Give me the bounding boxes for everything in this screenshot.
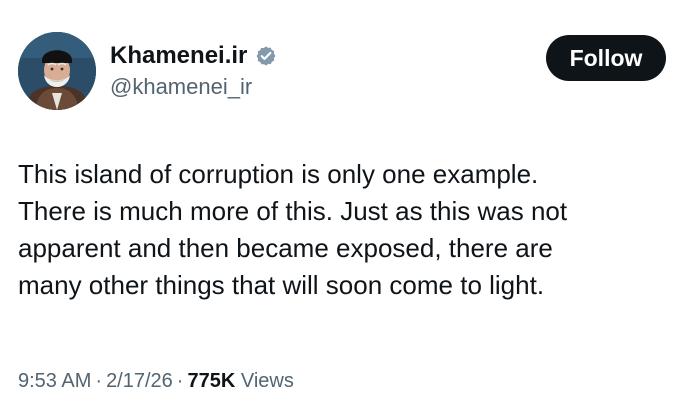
tweet-meta: 9:53 AM · 2/17/26 · 775K Views <box>18 369 294 393</box>
author-name-row: Khamenei.ir <box>110 40 277 72</box>
tweet-text-line: apparent and then became exposed, there … <box>18 233 553 263</box>
tweet-card: Khamenei.ir @khamenei_ir Follow This isl… <box>0 0 680 413</box>
author-handle[interactable]: @khamenei_ir <box>110 76 277 98</box>
tweet-text-line: There is much more of this. Just as this… <box>18 196 568 226</box>
portrait-avatar <box>18 32 96 110</box>
post-date[interactable]: 2/17/26 <box>106 370 173 392</box>
tweet-text-line: many other things that will soon come to… <box>18 270 545 300</box>
author-display-name[interactable]: Khamenei.ir <box>110 44 247 68</box>
tweet-text-line: This island of corruption is only one ex… <box>18 159 539 189</box>
tweet-text: This island of corruption is only one ex… <box>18 156 668 304</box>
views-count[interactable]: 775K <box>187 370 235 392</box>
follow-button[interactable]: Follow <box>546 35 666 81</box>
meta-separator: · <box>95 370 103 392</box>
views-label: Views <box>240 370 294 392</box>
verified-badge-icon <box>255 45 277 67</box>
meta-separator: · <box>176 370 184 392</box>
author-identity: Khamenei.ir @khamenei_ir <box>110 40 277 98</box>
post-time[interactable]: 9:53 AM <box>18 370 91 392</box>
avatar[interactable] <box>18 32 96 110</box>
